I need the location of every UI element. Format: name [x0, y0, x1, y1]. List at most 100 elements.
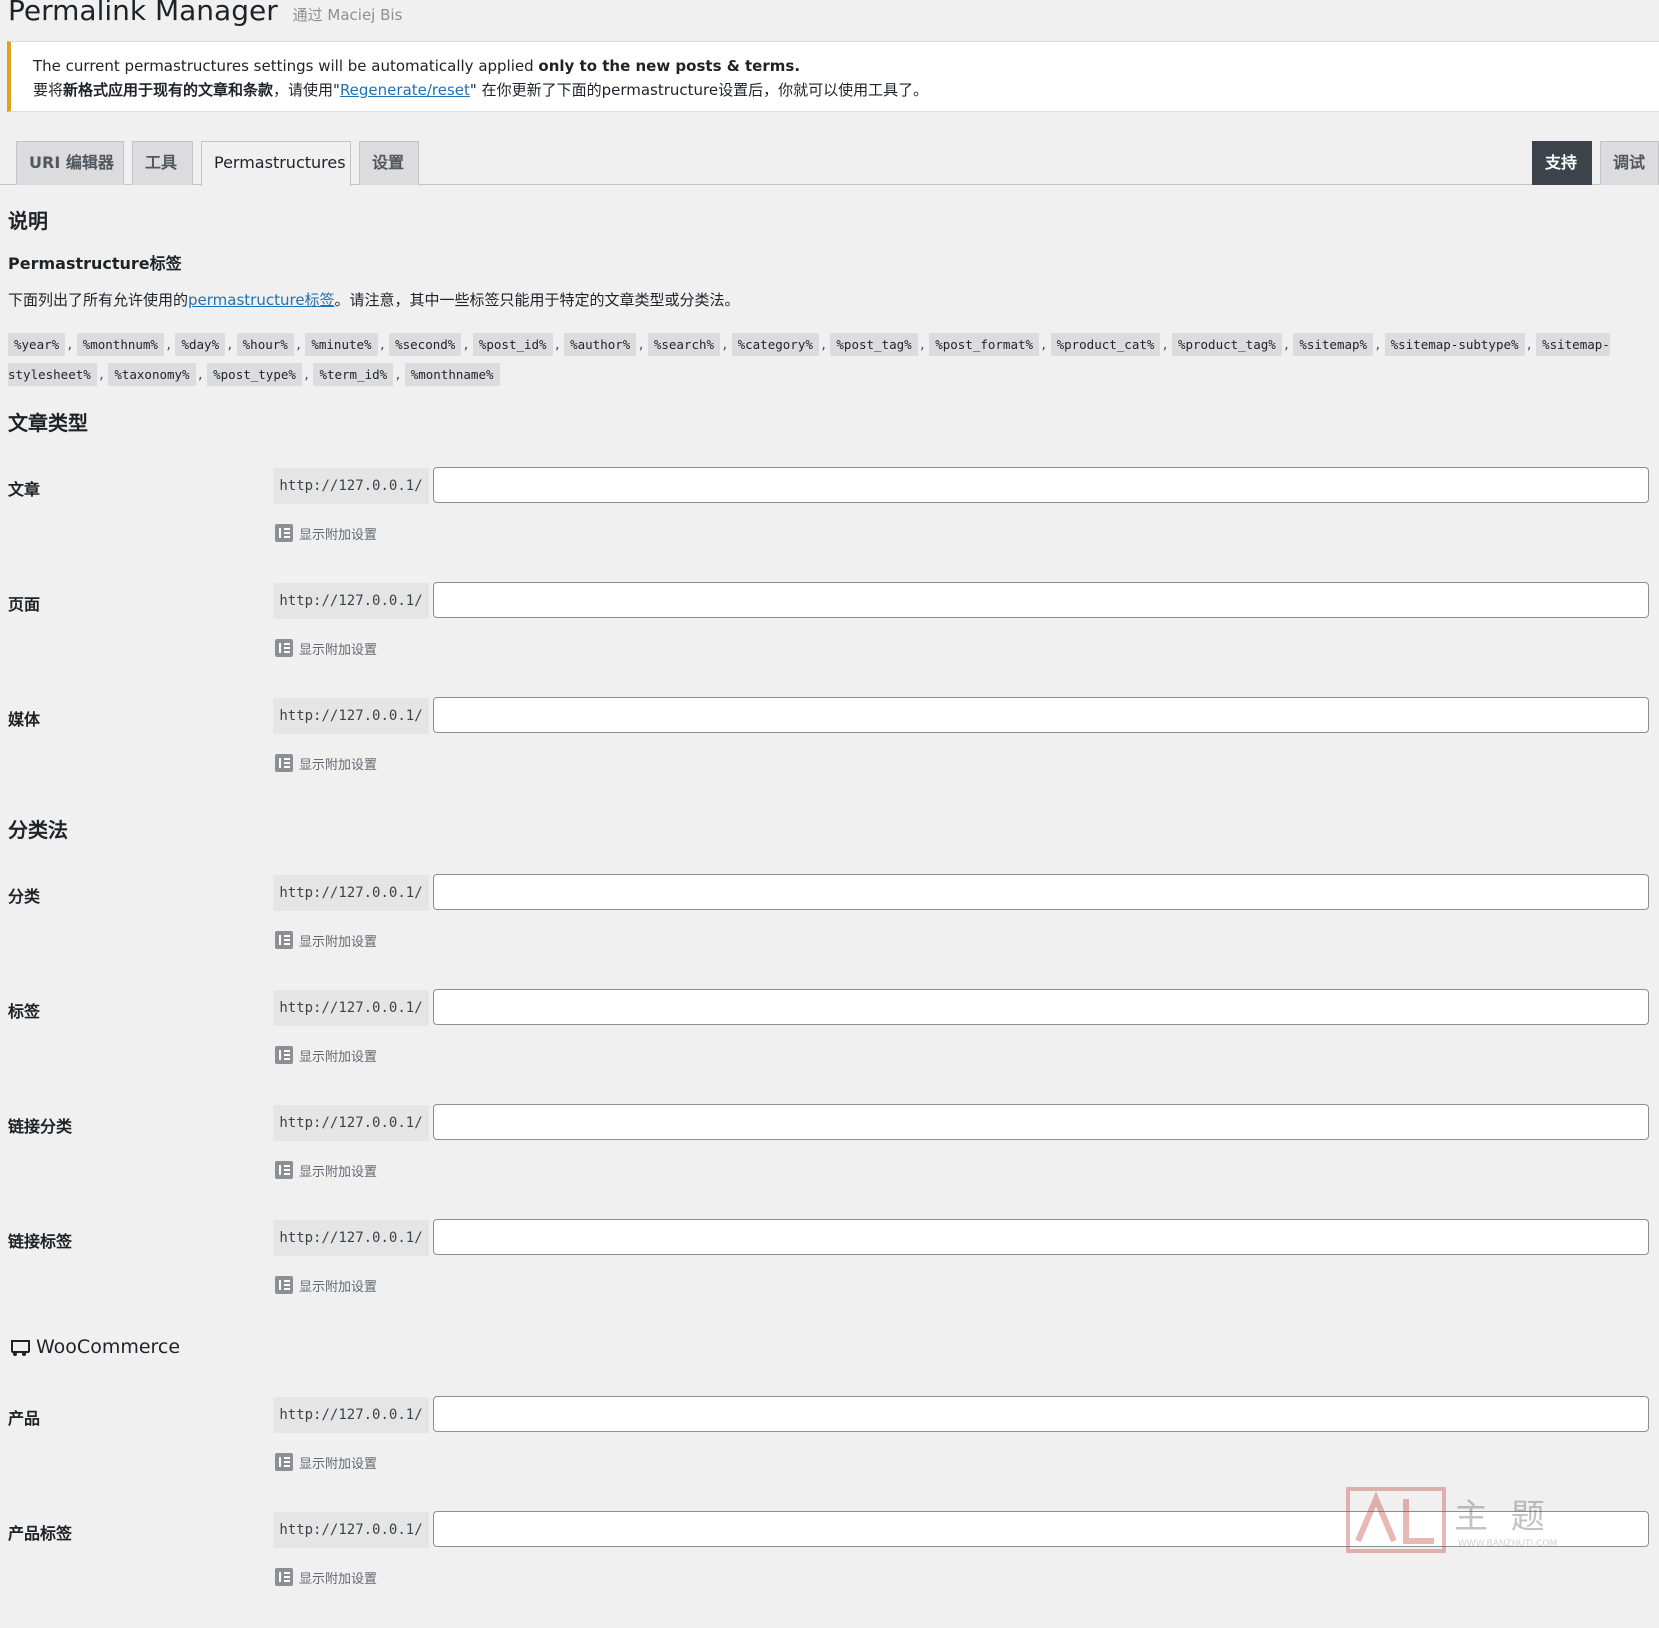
extra-settings-label: 显示附加设置 [299, 1164, 378, 1180]
permastructure-input-link-category[interactable] [433, 1104, 1649, 1140]
extra-settings-label: 显示附加设置 [299, 1456, 378, 1472]
url-prefix: http://127.0.0.1/ [273, 1105, 429, 1141]
notice-bold: only to the new posts & terms. [538, 57, 801, 75]
url-prefix: http://127.0.0.1/ [273, 583, 429, 619]
show-extra-settings-product[interactable]: 显示附加设置 [275, 1452, 377, 1472]
url-prefix: http://127.0.0.1/ [273, 1220, 429, 1256]
tag-separator: , [1040, 337, 1048, 352]
permastructure-tag: %post_id% [472, 333, 553, 356]
permastructure-tag: %product_cat% [1050, 333, 1161, 356]
tags-description: 下面列出了所有允许使用的permastructure标签。请注意，其中一些标签只… [8, 289, 740, 310]
field-label-post: 文章 [8, 480, 41, 499]
field-label-tag: 标签 [8, 1002, 41, 1021]
field-label-link-category: 链接分类 [8, 1117, 73, 1136]
field-label-link-tag: 链接标签 [8, 1232, 73, 1251]
tab-tools[interactable]: 工具 [132, 141, 193, 185]
tag-separator: , [294, 337, 303, 352]
instructions-heading: 说明 [8, 209, 48, 233]
woocommerce-heading: WooCommerce [8, 1336, 180, 1358]
permastructure-tag: %sitemap-subtype% [1384, 333, 1525, 356]
tag-separator: , [394, 367, 402, 382]
url-prefix: http://127.0.0.1/ [273, 1397, 429, 1433]
tag-separator: , [637, 337, 645, 352]
notice-line-2: 要将新格式应用于现有的文章和条款，请使用"Regenerate/reset" 在… [33, 78, 1659, 102]
permastructure-tags-link[interactable]: permastructure标签 [188, 291, 335, 309]
notice-box: The current permastructures settings wil… [7, 41, 1659, 112]
desc-text: 。请注意，其中一些标签只能用于特定的文章类型或分类法。 [334, 291, 740, 309]
show-extra-settings-link-category[interactable]: 显示附加设置 [275, 1160, 377, 1180]
tag-separator: , [1161, 337, 1169, 352]
url-prefix: http://127.0.0.1/ [273, 468, 429, 504]
permastructure-tag: %term_id% [313, 363, 394, 386]
tags-subheading: Permastructure标签 [8, 254, 182, 273]
extra-settings-label: 显示附加设置 [299, 1049, 378, 1065]
permastructure-tag: %minute% [305, 333, 378, 356]
show-extra-settings-tag[interactable]: 显示附加设置 [275, 1045, 377, 1065]
tag-separator: , [378, 337, 387, 352]
permastructure-input-category[interactable] [433, 874, 1649, 910]
desc-text: 下面列出了所有允许使用的 [8, 291, 189, 309]
url-prefix: http://127.0.0.1/ [273, 875, 429, 911]
show-extra-settings-post[interactable]: 显示附加设置 [275, 523, 377, 543]
field-label-product-tag: 产品标签 [8, 1524, 73, 1543]
notice-line-1: The current permastructures settings wil… [33, 54, 1659, 78]
extra-settings-label: 显示附加设置 [299, 1571, 378, 1587]
plugin-author: 通过 Maciej Bis [292, 6, 403, 24]
expand-settings-icon [275, 931, 293, 949]
permastructure-tag: %author% [564, 333, 637, 356]
tag-separator: , [164, 337, 173, 352]
permastructure-input-page[interactable] [433, 582, 1649, 618]
show-extra-settings-page[interactable]: 显示附加设置 [275, 638, 377, 658]
notice-text: The current permastructures settings wil… [33, 57, 539, 75]
tag-separator: , [196, 367, 205, 382]
tab-debug[interactable]: 调试 [1600, 141, 1659, 185]
tag-separator: , [1282, 337, 1291, 352]
expand-settings-icon [275, 1453, 293, 1471]
tag-separator: , [1525, 337, 1534, 352]
field-label-media: 媒体 [8, 710, 41, 729]
show-extra-settings-media[interactable]: 显示附加设置 [275, 753, 377, 773]
notice-bold: 新格式应用于现有的文章和条款 [63, 81, 274, 99]
permastructure-tag: %hour% [236, 333, 294, 356]
tab-settings[interactable]: 设置 [359, 141, 419, 185]
permastructure-tag: %search% [647, 333, 721, 356]
permastructure-tag: %post_type% [207, 363, 302, 386]
permastructure-input-tag[interactable] [433, 989, 1649, 1025]
tag-separator: , [97, 367, 106, 382]
tab-permastructures[interactable]: Permastructures [201, 141, 351, 186]
expand-settings-icon [275, 754, 293, 772]
show-extra-settings-category[interactable]: 显示附加设置 [275, 930, 377, 950]
permastructure-input-media[interactable] [433, 697, 1649, 733]
regenerate-link[interactable]: Regenerate/reset [340, 81, 470, 99]
cart-icon [8, 1337, 30, 1357]
tag-list: %year%, %monthnum%, %day%, %hour%, %minute%,… [8, 330, 1659, 390]
expand-settings-icon [275, 639, 293, 657]
url-prefix: http://127.0.0.1/ [273, 1512, 429, 1548]
page-title: Permalink Manager 通过 Maciej Bis [8, 0, 402, 27]
permastructure-input-product-tag[interactable] [433, 1511, 1649, 1547]
permastructure-tag: %product_tag% [1171, 333, 1282, 356]
permastructure-tag: %second% [389, 333, 462, 356]
expand-settings-icon [275, 1046, 293, 1064]
expand-settings-icon [275, 1161, 293, 1179]
extra-settings-label: 显示附加设置 [299, 527, 378, 543]
post-types-heading: 文章类型 [8, 411, 88, 435]
url-prefix: http://127.0.0.1/ [273, 698, 429, 734]
tag-separator: , [553, 337, 562, 352]
notice-text: " 在你更新了下面的permastructure设置后，你就可以使用工具了。 [469, 81, 929, 99]
field-label-product: 产品 [8, 1409, 41, 1428]
tag-separator: , [1374, 337, 1382, 352]
notice-text: ，请使用" [273, 81, 340, 99]
show-extra-settings-product-tag[interactable]: 显示附加设置 [275, 1567, 377, 1587]
notice-text: 要将 [33, 81, 64, 99]
permastructure-input-post[interactable] [433, 467, 1649, 503]
permastructure-input-product[interactable] [433, 1396, 1649, 1432]
tag-separator: , [918, 337, 927, 352]
tab-uri-editor[interactable]: URI 编辑器 [16, 141, 124, 185]
permastructure-input-link-tag[interactable] [433, 1219, 1649, 1255]
taxonomies-heading: 分类法 [8, 818, 68, 842]
field-label-category: 分类 [8, 887, 41, 906]
show-extra-settings-link-tag[interactable]: 显示附加设置 [275, 1275, 377, 1295]
tab-support[interactable]: 支持 [1532, 141, 1592, 185]
extra-settings-label: 显示附加设置 [299, 642, 378, 658]
